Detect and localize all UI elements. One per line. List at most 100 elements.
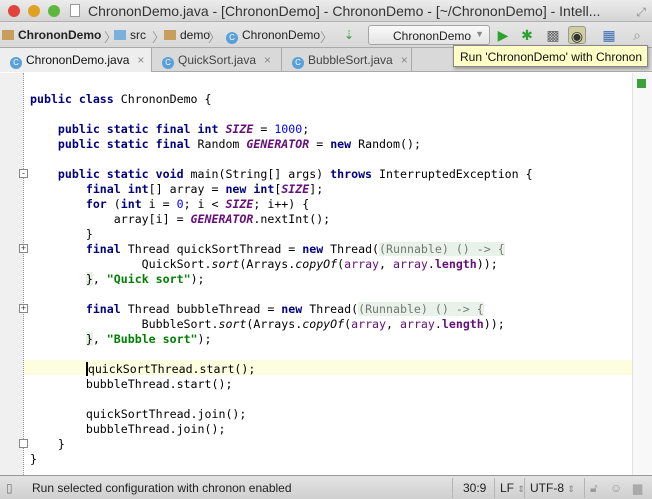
status-message: Run selected configuration with chronon … [32,481,292,495]
code-line[interactable]: } [30,452,533,467]
code-token: public static final int [30,122,226,136]
code-line[interactable]: final int[] array = new int[SIZE]; [30,182,533,197]
code-token: (Runnable) () -> { [358,302,484,316]
code-line[interactable]: quickSortThread.start(); [30,362,533,377]
code-line[interactable]: final Thread quickSortThread = new Threa… [30,242,533,257]
breadcrumb-class[interactable]: C ChrononDemo [226,28,320,44]
breadcrumb-project[interactable]: ChrononDemo [2,28,101,42]
code-token: BubbleSort. [30,317,219,331]
line-separator-select[interactable]: LF ⇕ [500,481,525,495]
code-line[interactable]: bubbleThread.start(); [30,377,533,392]
code-token: [] array = [148,182,226,196]
debug-icon[interactable]: ✱ [518,26,536,44]
coverage-icon[interactable]: ▩ [544,26,562,44]
code-token: , [386,317,400,331]
close-window-button[interactable] [8,5,20,17]
code-token: = [253,122,275,136]
code-token: . [434,317,442,331]
code-line[interactable]: } [30,227,533,242]
code-token: "Bubble sort" [106,332,198,346]
event-log-icon[interactable]: ▆ [633,481,642,495]
code-token: InterruptedException { [379,167,533,181]
zoom-window-button[interactable] [48,5,60,17]
code-line[interactable] [30,77,533,92]
code-line[interactable]: quickSortThread.join(); [30,407,533,422]
code-token: array [351,317,387,331]
run-icon[interactable]: ▶ [494,26,512,44]
sort-icon[interactable]: ⇣ [340,26,358,44]
fullscreen-icon[interactable]: ⤢ [636,5,646,20]
code-token: SIZE [225,197,254,211]
minimize-window-button[interactable] [28,5,40,17]
editor-gutter [0,73,24,475]
breadcrumb-demo[interactable]: demo [164,28,210,42]
code-line[interactable] [30,152,533,167]
run-with-chronon-icon[interactable]: ◉ [568,26,586,44]
no-errors-icon [637,79,646,88]
breadcrumb-src[interactable]: src [114,28,146,42]
code-token: final [30,242,128,256]
dropdown-arrow-icon: ▼ [475,29,484,39]
title-bar: ChrononDemo.java - [ChrononDemo] - Chron… [0,0,652,22]
fold-expand-icon[interactable]: + [19,244,28,253]
code-token: main(String[] args) [190,167,331,181]
code-token: throws [330,167,380,181]
code-line[interactable]: for (int i = 0; i < SIZE; i++) { [30,197,533,212]
code-line[interactable] [30,347,533,362]
tool-windows-icon[interactable]: ▯ [6,481,13,495]
tab-chronondemo[interactable]: C ChrononDemo.java × [0,48,152,72]
search-icon[interactable]: ⌕ [628,26,646,44]
code-editor[interactable]: - + + public class ChrononDemo { public … [0,73,652,475]
code-token: Thread bubbleThread = [127,302,282,316]
code-line[interactable] [30,392,533,407]
code-token: int [120,197,149,211]
tab-bubblesort[interactable]: C BubbleSort.java × [282,48,412,72]
encoding-select[interactable]: UTF-8 ⇕ [530,481,575,495]
code-token: length [434,257,477,271]
close-tab-icon[interactable]: × [137,53,144,67]
code-line[interactable]: public static final int SIZE = 1000; [30,122,533,137]
breadcrumb-label: ChrononDemo [18,28,102,42]
project-structure-icon[interactable]: ▦ [600,26,618,44]
code-token: ( [113,197,121,211]
code-line[interactable]: bubbleThread.join(); [30,422,533,437]
code-line[interactable]: }, "Quick sort"); [30,272,533,287]
code-token: } [30,227,93,241]
code-token: new [281,302,310,316]
code-line[interactable]: public static void main(String[] args) t… [30,167,533,182]
code-token: copyOf [295,257,338,271]
code-token: copyOf [302,317,345,331]
fold-expand-icon[interactable]: + [19,304,28,313]
run-configuration-select[interactable]: ChrononDemo ▼ [368,25,490,45]
code-token: . [427,257,435,271]
fold-collapse-icon[interactable]: - [19,169,28,178]
error-stripe[interactable] [632,73,652,475]
close-tab-icon[interactable]: × [264,53,271,67]
code-line[interactable]: final Thread bubbleThread = new Thread((… [30,302,533,317]
code-token: array [344,257,380,271]
source-code[interactable]: public class ChrononDemo { public static… [30,77,533,467]
status-bar: ▯ Run selected configuration with chrono… [0,475,652,499]
tab-quicksort[interactable]: C QuickSort.java × [152,48,282,72]
code-line[interactable]: }, "Bubble sort"); [30,332,533,347]
code-line[interactable] [30,107,533,122]
code-token: Thread( [309,302,359,316]
code-line[interactable]: array[i] = GENERATOR.nextInt(); [30,212,533,227]
code-token: i = [148,197,177,211]
code-token: public class [30,92,121,106]
inspector-icon[interactable]: ☺ [610,481,622,495]
code-line[interactable]: } [30,437,533,452]
fold-end-icon[interactable] [19,439,28,448]
code-line[interactable]: QuickSort.sort(Arrays.copyOf(array, arra… [30,257,533,272]
code-line[interactable]: BubbleSort.sort(Arrays.copyOf(array, arr… [30,317,533,332]
code-line[interactable] [30,287,533,302]
code-token: bubbleThread.join(); [30,422,226,436]
code-token: ; [302,122,310,136]
code-token: "Quick sort" [106,272,191,286]
lock-icon[interactable]: 🔓︎ [590,481,598,496]
chevron-right-icon: 〉 [208,30,222,45]
code-line[interactable]: public class ChrononDemo { [30,92,533,107]
cursor-position[interactable]: 30:9 [463,481,486,495]
close-tab-icon[interactable]: × [401,53,408,67]
code-line[interactable]: public static final Random GENERATOR = n… [30,137,533,152]
